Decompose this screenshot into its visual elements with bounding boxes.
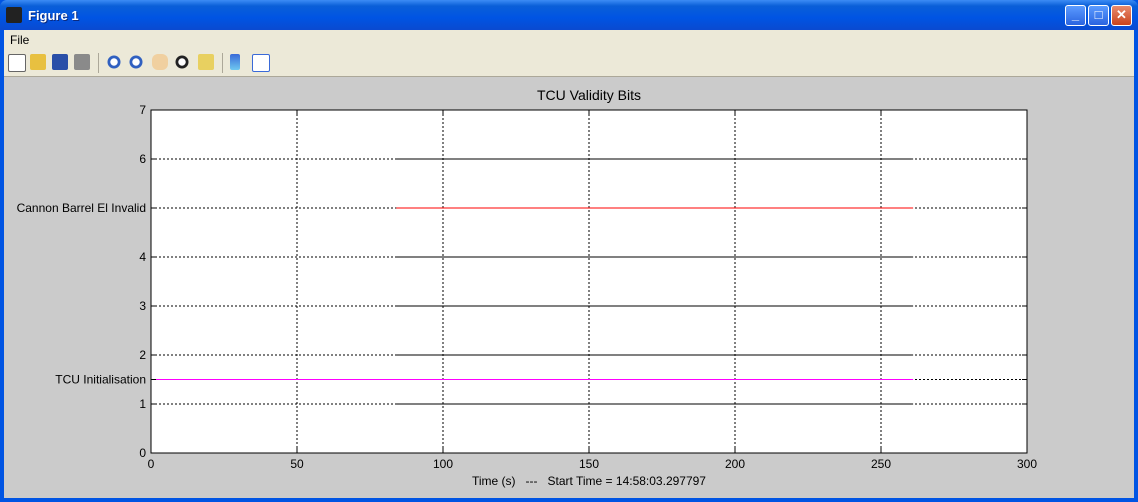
x-tick-label: 100 [433,457,453,471]
y-tick-label: 3 [139,299,146,313]
x-tick-label: 0 [148,457,155,471]
chart-title: TCU Validity Bits [537,87,641,103]
x-tick-label: 150 [579,457,599,471]
y-tick-label: Cannon Barrel El Invalid [17,201,146,215]
x-tick-label: 200 [725,457,745,471]
chart-svg: 0 50 100 150 200 250 300 0 1 TCU Initialisation 2 3… [17,87,1038,488]
y-tick-label: 2 [139,348,146,362]
y-tick-label: 1 [139,397,146,411]
x-tick-label: 250 [871,457,891,471]
y-tick-label: 0 [139,446,146,460]
x-axis-label: Time (s) --- Start Time = 14:58:03.29779… [472,474,706,488]
y-tick-label: TCU Initialisation [55,373,146,387]
y-tick-label: 4 [139,250,146,264]
y-tick-label: 7 [139,103,146,117]
x-tick-label: 50 [290,457,304,471]
plot-area[interactable] [151,110,1027,453]
y-tick-label: 6 [139,152,146,166]
x-tick-label: 300 [1017,457,1037,471]
